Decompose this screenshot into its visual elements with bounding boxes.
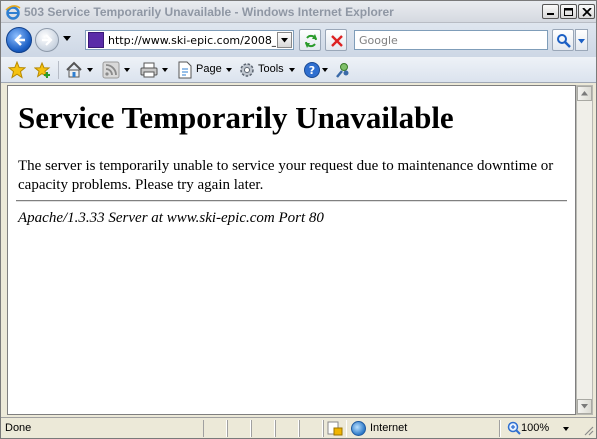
rss-feed-icon[interactable] [102,61,120,79]
scroll-up-button[interactable] [577,86,592,101]
error-message: The server is temporarily unable to serv… [18,158,554,193]
gear-icon[interactable] [238,61,256,79]
refresh-icon [305,34,317,48]
print-icon[interactable] [140,61,158,79]
status-panel [227,420,251,437]
recent-pages-dropdown-icon[interactable] [63,36,72,42]
search-options-button[interactable] [575,29,588,51]
page-content[interactable]: Service Temporarily Unavailable The serv… [7,85,576,415]
stop-icon [331,35,343,47]
back-button[interactable] [6,27,32,53]
page-icon[interactable] [176,61,194,79]
status-panel [299,420,323,437]
toolbar-separator [58,61,59,79]
status-panel [275,420,299,437]
site-favicon-icon [88,32,104,48]
help-icon[interactable]: ? [303,61,321,79]
stop-button[interactable] [325,29,347,51]
zoom-level[interactable]: 100% [521,422,549,434]
tools-menu-label[interactable]: Tools [258,63,284,75]
close-button[interactable] [578,4,595,19]
zoom-dropdown-icon[interactable] [563,427,570,432]
tools-dropdown-icon[interactable] [289,68,296,73]
svg-text:?: ? [309,64,315,77]
search-input[interactable] [355,31,547,49]
page-dropdown-icon[interactable] [226,68,233,73]
close-icon [582,8,592,17]
ie-logo-icon [5,5,21,20]
scroll-up-arrow-icon [581,91,588,96]
feed-dropdown-icon[interactable] [124,68,131,73]
maximize-button[interactable] [560,4,577,19]
address-bar[interactable]: http://www.ski-epic.com/2008_redo [85,30,294,50]
vertical-scrollbar[interactable] [576,85,593,415]
horizontal-rule [16,200,567,202]
page-title: Service Temporarily Unavailable [18,100,454,135]
chevron-down-icon [578,39,585,44]
scroll-down-arrow-icon [581,404,588,409]
internet-zone-globe-icon [351,421,366,436]
command-bar: Page Tools ? [1,57,596,83]
address-url[interactable]: http://www.ski-epic.com/2008_redo [108,34,276,47]
title-bar[interactable]: 503 Service Temporarily Unavailable - Wi… [1,1,596,23]
add-favorites-icon[interactable] [34,61,52,79]
favorites-star-icon[interactable] [8,61,26,79]
home-dropdown-icon[interactable] [87,68,94,73]
refresh-button[interactable] [299,29,321,51]
scroll-down-button[interactable] [577,399,592,414]
help-dropdown-icon[interactable] [322,68,329,73]
forward-arrow-icon [42,34,53,46]
resize-grip-icon[interactable] [583,425,594,436]
home-icon[interactable] [65,61,83,79]
window-title: 503 Service Temporarily Unavailable - Wi… [24,5,394,19]
address-dropdown-button[interactable] [277,32,292,48]
browser-window: 503 Service Temporarily Unavailable - Wi… [0,0,597,439]
protected-mode-icon[interactable] [327,421,343,436]
minimize-button[interactable] [542,4,559,19]
research-icon[interactable] [334,61,352,79]
server-signature: Apache/1.3.33 Server at www.ski-epic.com… [18,210,324,226]
page-menu-label[interactable]: Page [196,63,222,75]
status-divider [499,420,501,437]
print-dropdown-icon[interactable] [162,68,169,73]
navigation-bar: http://www.ski-epic.com/2008_redo [1,23,596,57]
security-zone-label[interactable]: Internet [370,422,407,434]
maximize-icon [564,8,573,16]
search-field[interactable] [354,30,548,50]
status-bar: Done Internet 100% [1,417,596,438]
status-panel [251,420,275,437]
search-button[interactable] [552,29,574,51]
status-panel [203,420,227,437]
minimize-icon [547,13,554,15]
chevron-down-icon [281,38,288,43]
back-arrow-icon [14,34,25,46]
zoom-magnifier-icon[interactable] [507,421,521,435]
status-text: Done [5,422,32,434]
search-icon [557,34,571,48]
forward-button[interactable] [35,28,59,52]
